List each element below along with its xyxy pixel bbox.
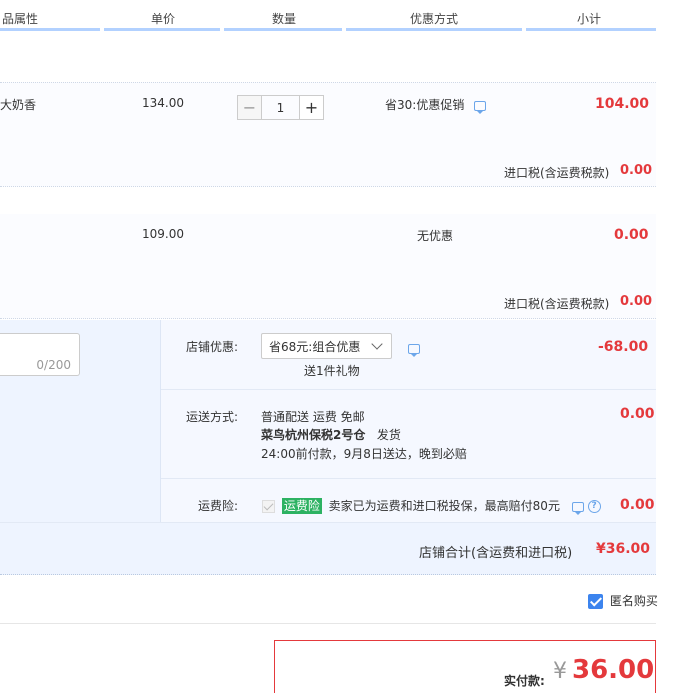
header-divider <box>224 28 342 31</box>
delivery-note: 24:00前付款，9月8日送达，晚到必赔 <box>261 447 467 461</box>
warehouse-info: 菜鸟杭州保税2号仓 发货 <box>261 426 401 443</box>
table-header: 品属性 单价 数量 优惠方式 小计 <box>0 0 656 32</box>
chevron-down-icon <box>371 338 383 350</box>
warehouse-suffix: 发货 <box>376 428 401 442</box>
payment-amount: 36.00 <box>572 655 655 685</box>
qty-input[interactable]: 1 <box>262 95 299 120</box>
divider <box>0 522 656 523</box>
shop-discount-selected: 省68元:组合优惠 <box>269 339 361 354</box>
col-header-props: 品属性 <box>2 12 39 26</box>
import-tax-value: 0.00 <box>620 294 653 309</box>
item-subtotal: 104.00 <box>595 96 650 112</box>
item-price: 134.00 <box>142 96 184 110</box>
qty-plus-button[interactable]: + <box>299 95 324 120</box>
col-header-price: 单价 <box>151 12 176 26</box>
item-subtotal: 0.00 <box>614 227 649 243</box>
chat-icon[interactable] <box>408 343 420 357</box>
divider <box>161 478 656 479</box>
payment-label: 实付款: <box>504 674 545 688</box>
shop-discount-select[interactable]: 省68元:组合优惠 <box>261 333 392 359</box>
item-props: 大奶香 <box>0 98 37 112</box>
header-divider <box>104 28 220 31</box>
chat-icon[interactable] <box>474 100 487 114</box>
shop-discount-label: 店铺优惠: <box>186 340 239 354</box>
gift-text: 送1件礼物 <box>304 364 360 378</box>
buyer-memo-input[interactable]: 0/200 <box>0 333 80 376</box>
warehouse-name: 菜鸟杭州保税2号仓 <box>261 428 366 442</box>
cart-item-row: 大奶香 134.00 − 1 + 省30:优惠促销 104.00 进口税(含运费… <box>0 82 656 187</box>
header-divider <box>0 28 100 31</box>
shop-discount-value: -68.00 <box>598 339 649 355</box>
payment-box: 实付款: ¥ 36.00 <box>274 640 656 693</box>
checkbox-checked-icon[interactable] <box>588 594 603 609</box>
divider <box>0 623 656 624</box>
insurance-value: 0.00 <box>620 497 655 513</box>
import-tax-label: 进口税(含运费税款) <box>504 166 610 180</box>
insurance-text: 卖家已为运费和进口税投保，最高赔付80元 <box>328 499 560 513</box>
shipping-label: 运送方式: <box>186 410 239 424</box>
shop-total-value: ¥36.00 <box>596 541 651 557</box>
minus-icon: − <box>242 98 257 117</box>
memo-char-counter: 0/200 <box>36 358 71 372</box>
chat-icon[interactable] <box>571 501 584 515</box>
insurance-checkbox <box>262 500 275 513</box>
cart-item-row: 109.00 无优惠 0.00 进口税(含运费税款) 0.00 <box>0 214 656 319</box>
anonymous-purchase[interactable]: 匿名购买 <box>588 592 658 609</box>
plus-icon: + <box>304 98 319 117</box>
col-header-subtotal: 小计 <box>577 12 602 26</box>
col-header-qty: 数量 <box>272 12 297 26</box>
item-price: 109.00 <box>142 227 184 241</box>
item-discount-text: 无优惠 <box>417 229 454 243</box>
shipping-value: 0.00 <box>620 406 655 422</box>
help-icon[interactable]: ? <box>587 500 601 513</box>
header-divider <box>526 28 656 31</box>
col-header-discount: 优惠方式 <box>410 12 459 26</box>
insurance-tag: 运费险 <box>281 498 322 514</box>
shipping-method: 普通配送 运费 免邮 <box>261 410 365 424</box>
divider <box>161 389 656 390</box>
import-tax-label: 进口税(含运费税款) <box>504 297 610 311</box>
quantity-stepper: − 1 + <box>237 95 324 120</box>
insurance-info: 运费险 卖家已为运费和进口税投保，最高赔付80元 ? <box>262 497 601 515</box>
insurance-label: 运费险: <box>198 499 239 513</box>
import-tax-value: 0.00 <box>620 163 653 178</box>
anonymous-label: 匿名购买 <box>609 594 658 608</box>
shop-total-label: 店铺合计(含运费和进口税) <box>419 546 573 561</box>
item-discount-text: 省30:优惠促销 <box>385 98 465 112</box>
header-divider <box>346 28 522 31</box>
qty-minus-button[interactable]: − <box>237 95 262 120</box>
item-discount: 省30:优惠促销 <box>385 96 487 114</box>
currency-symbol: ¥ <box>553 659 567 684</box>
